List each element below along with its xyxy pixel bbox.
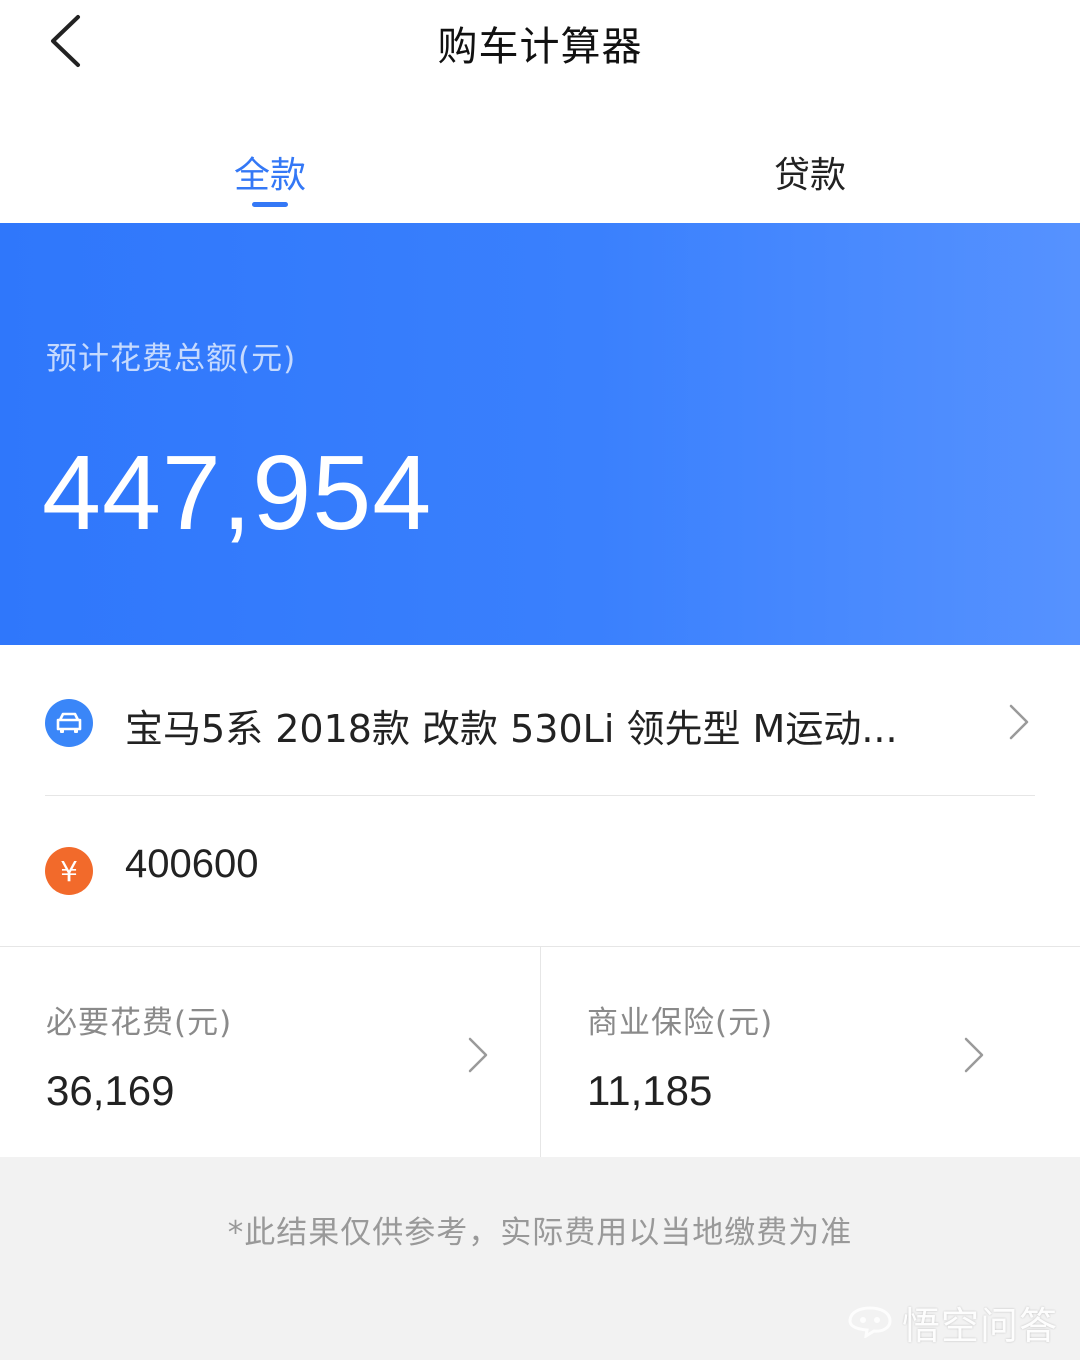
car-model-selector[interactable]: 宝马5系 2018款 改款 530Li 领先型 M运动... [0,646,1080,796]
active-tab-indicator [252,202,288,207]
tab-bar: 全款 贷款 [0,130,1080,222]
wukong-logo-icon [846,1304,894,1342]
tab-full-payment[interactable]: 全款 [170,146,370,198]
chevron-right-icon [961,1035,987,1075]
watermark-text: 悟空问答 [901,1304,1058,1348]
summary-banner: 预计花费总额(元) 447,954 [0,223,1080,645]
necessary-costs-cell[interactable]: 必要花费(元) 36,169 [0,947,540,1157]
commercial-insurance-value: 11,185 [587,1067,713,1114]
footer: *此结果仅供参考，实际费用以当地缴费为准 悟空问答 [0,1157,1080,1360]
necessary-costs-value: 36,169 [46,1067,175,1114]
tab-loan[interactable]: 贷款 [710,146,910,198]
car-calculator-page: 购车计算器 全款 贷款 预计花费总额(元) 447,954 宝马5系 2018款… [0,0,1080,1360]
commercial-insurance-label: 商业保险(元) [587,1005,774,1041]
necessary-costs-label: 必要花费(元) [46,1005,233,1041]
car-icon [45,699,93,747]
total-cost-value: 447,954 [42,434,433,552]
commercial-insurance-cell[interactable]: 商业保险(元) 11,185 [540,947,1080,1157]
car-price-value: 400600 [125,842,259,886]
chevron-right-icon [465,1035,491,1075]
navbar: 购车计算器 [0,0,1080,88]
car-price-row[interactable]: ¥ 400600 [0,796,1080,946]
total-cost-label: 预计花费总额(元) [46,341,297,377]
watermark: 悟空问答 [846,1295,1058,1350]
cost-breakdown: 必要花费(元) 36,169 商业保险(元) 11,185 [0,947,1080,1157]
disclaimer-text: *此结果仅供参考，实际费用以当地缴费为准 [227,1215,853,1251]
chevron-right-icon [1006,702,1032,742]
car-model-name: 宝马5系 2018款 改款 530Li 领先型 M运动... [125,707,898,751]
page-title: 购车计算器 [437,24,643,70]
yen-icon: ¥ [45,847,93,895]
